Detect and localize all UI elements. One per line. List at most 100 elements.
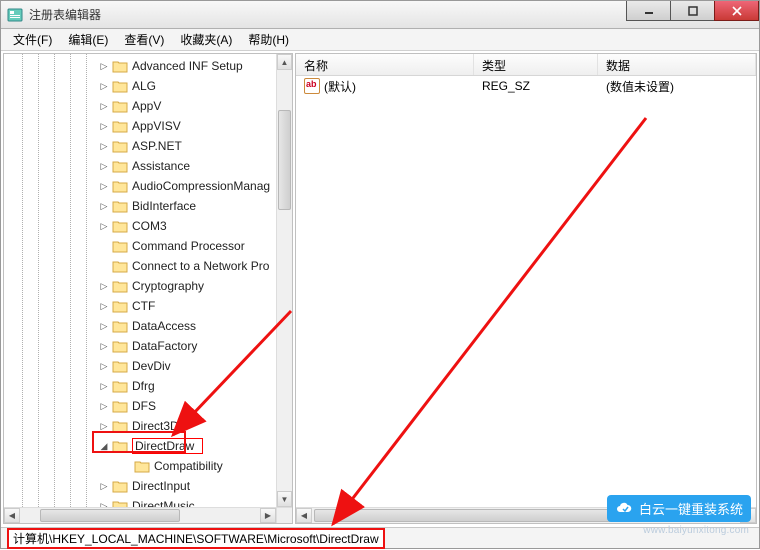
tree-item-label: DirectInput [132, 479, 190, 493]
tree-item[interactable]: ▷ DataFactory [4, 336, 276, 356]
tree-item[interactable]: ▷ DirectInput [4, 476, 276, 496]
folder-icon [112, 179, 128, 193]
expand-toggle-icon[interactable] [98, 260, 110, 272]
expand-toggle-icon[interactable]: ▷ [98, 420, 110, 432]
tree-item[interactable]: ▷ ALG [4, 76, 276, 96]
folder-icon [112, 199, 128, 213]
value-data: (数值未设置) [598, 78, 756, 95]
scroll-left-icon[interactable]: ◀ [4, 508, 20, 523]
list-body[interactable]: (默认) REG_SZ (数值未设置) [296, 76, 756, 96]
menu-help[interactable]: 帮助(H) [240, 29, 297, 50]
titlebar: 注册表编辑器 [1, 1, 759, 29]
watermark-url: www.baiyunxitong.com [643, 525, 749, 536]
tree-item-label: AudioCompressionManag [132, 179, 270, 193]
tree-item-label: Assistance [132, 159, 190, 173]
column-header-data[interactable]: 数据 [598, 54, 756, 75]
expand-toggle-icon[interactable]: ▷ [98, 200, 110, 212]
tree-item-label: COM3 [132, 219, 167, 233]
tree-item-label: AppV [132, 99, 161, 113]
expand-toggle-icon[interactable]: ▷ [98, 340, 110, 352]
tree-item-label: Advanced INF Setup [132, 59, 243, 73]
expand-toggle-icon[interactable]: ▷ [98, 300, 110, 312]
tree-item[interactable]: ▷ Assistance [4, 156, 276, 176]
watermark: 白云一键重装系统 [607, 495, 751, 522]
tree-item-label: CTF [132, 299, 155, 313]
expand-toggle-icon[interactable]: ▷ [98, 120, 110, 132]
menu-edit[interactable]: 编辑(E) [60, 29, 116, 50]
expand-toggle-icon[interactable]: ▷ [98, 160, 110, 172]
value-name: (默认) [324, 78, 356, 95]
tree-item-label: Cryptography [132, 279, 204, 293]
tree-item-label: AppVISV [132, 119, 181, 133]
scroll-corner [276, 507, 292, 523]
tree-item[interactable]: ▷ AudioCompressionManag [4, 176, 276, 196]
expand-toggle-icon[interactable]: ▷ [98, 220, 110, 232]
menu-file[interactable]: 文件(F) [5, 29, 60, 50]
expand-toggle-icon[interactable]: ◢ [98, 440, 110, 452]
tree-list[interactable]: ▷ Advanced INF Setup ▷ ALG ▷ AppV ▷ AppVISV ▷ASP… [4, 54, 276, 507]
folder-icon [112, 319, 128, 333]
tree-item[interactable]: ▷BidInterface [4, 196, 276, 216]
folder-icon [112, 79, 128, 93]
scroll-thumb-horizontal[interactable] [40, 509, 180, 522]
close-button[interactable] [714, 1, 759, 21]
tree-item[interactable]: ▷ COM3 [4, 216, 276, 236]
scroll-thumb-vertical[interactable] [278, 110, 291, 210]
maximize-button[interactable] [670, 1, 715, 21]
expand-toggle-icon[interactable]: ▷ [98, 180, 110, 192]
expand-toggle-icon[interactable]: ▷ [98, 320, 110, 332]
tree-item[interactable]: ◢DirectDraw [4, 436, 276, 456]
tree-scrollbar-horizontal[interactable]: ◀ ▶ [4, 507, 276, 523]
expand-toggle-icon[interactable] [120, 460, 132, 472]
tree-item-label: Dfrg [132, 379, 155, 393]
tree-item-label: Command Processor [132, 239, 245, 253]
folder-icon [112, 419, 128, 433]
expand-toggle-icon[interactable]: ▷ [98, 140, 110, 152]
expand-toggle-icon[interactable]: ▷ [98, 100, 110, 112]
minimize-button[interactable] [626, 1, 671, 21]
expand-toggle-icon[interactable]: ▷ [98, 60, 110, 72]
tree-item[interactable]: ▷DirectMusic [4, 496, 276, 507]
scroll-down-icon[interactable]: ▼ [277, 491, 292, 507]
scroll-right-icon[interactable]: ▶ [260, 508, 276, 523]
tree-item[interactable]: ▷DataAccess [4, 316, 276, 336]
value-type: REG_SZ [474, 79, 598, 93]
tree-item[interactable]: ▷ AppVISV [4, 116, 276, 136]
tree-item[interactable]: ▷DFS [4, 396, 276, 416]
expand-toggle-icon[interactable]: ▷ [98, 400, 110, 412]
tree-item[interactable]: ▷ Dfrg [4, 376, 276, 396]
expand-toggle-icon[interactable]: ▷ [98, 500, 110, 507]
scroll-up-icon[interactable]: ▲ [277, 54, 292, 70]
tree-item[interactable]: ▷ Advanced INF Setup [4, 56, 276, 76]
tree-item[interactable]: Connect to a Network Pro [4, 256, 276, 276]
string-value-icon [304, 78, 320, 94]
expand-toggle-icon[interactable]: ▷ [98, 480, 110, 492]
expand-toggle-icon[interactable]: ▷ [98, 380, 110, 392]
tree-scrollbar-vertical[interactable]: ▲ ▼ [276, 54, 292, 507]
column-header-type[interactable]: 类型 [474, 54, 598, 75]
tree-item[interactable]: ▷ASP.NET [4, 136, 276, 156]
tree-item-label: ALG [132, 79, 156, 93]
column-header-name[interactable]: 名称 [296, 54, 474, 75]
expand-toggle-icon[interactable] [98, 240, 110, 252]
tree-item-label: Direct3D [132, 419, 179, 433]
expand-toggle-icon[interactable]: ▷ [98, 80, 110, 92]
tree-item[interactable]: ▷ CTF [4, 296, 276, 316]
scroll-left-icon[interactable]: ◀ [296, 508, 312, 523]
expand-toggle-icon[interactable]: ▷ [98, 360, 110, 372]
tree-item[interactable]: Command Processor [4, 236, 276, 256]
expand-toggle-icon[interactable]: ▷ [98, 280, 110, 292]
menu-view[interactable]: 查看(V) [116, 29, 172, 50]
workspace: ▷ Advanced INF Setup ▷ ALG ▷ AppV ▷ AppVISV ▷ASP… [1, 51, 759, 526]
menu-favorites[interactable]: 收藏夹(A) [172, 29, 240, 50]
tree-item[interactable]: ▷DevDiv [4, 356, 276, 376]
tree-item[interactable]: ▷ Cryptography [4, 276, 276, 296]
list-row[interactable]: (默认) REG_SZ (数值未设置) [296, 76, 756, 96]
tree-item-label: Connect to a Network Pro [132, 259, 269, 273]
tree-item[interactable]: ▷ Direct3D [4, 416, 276, 436]
folder-icon [112, 399, 128, 413]
window-title: 注册表编辑器 [29, 6, 101, 23]
tree-item-label: DataFactory [132, 339, 197, 353]
tree-item[interactable]: ▷ AppV [4, 96, 276, 116]
tree-item[interactable]: Compatibility [4, 456, 276, 476]
